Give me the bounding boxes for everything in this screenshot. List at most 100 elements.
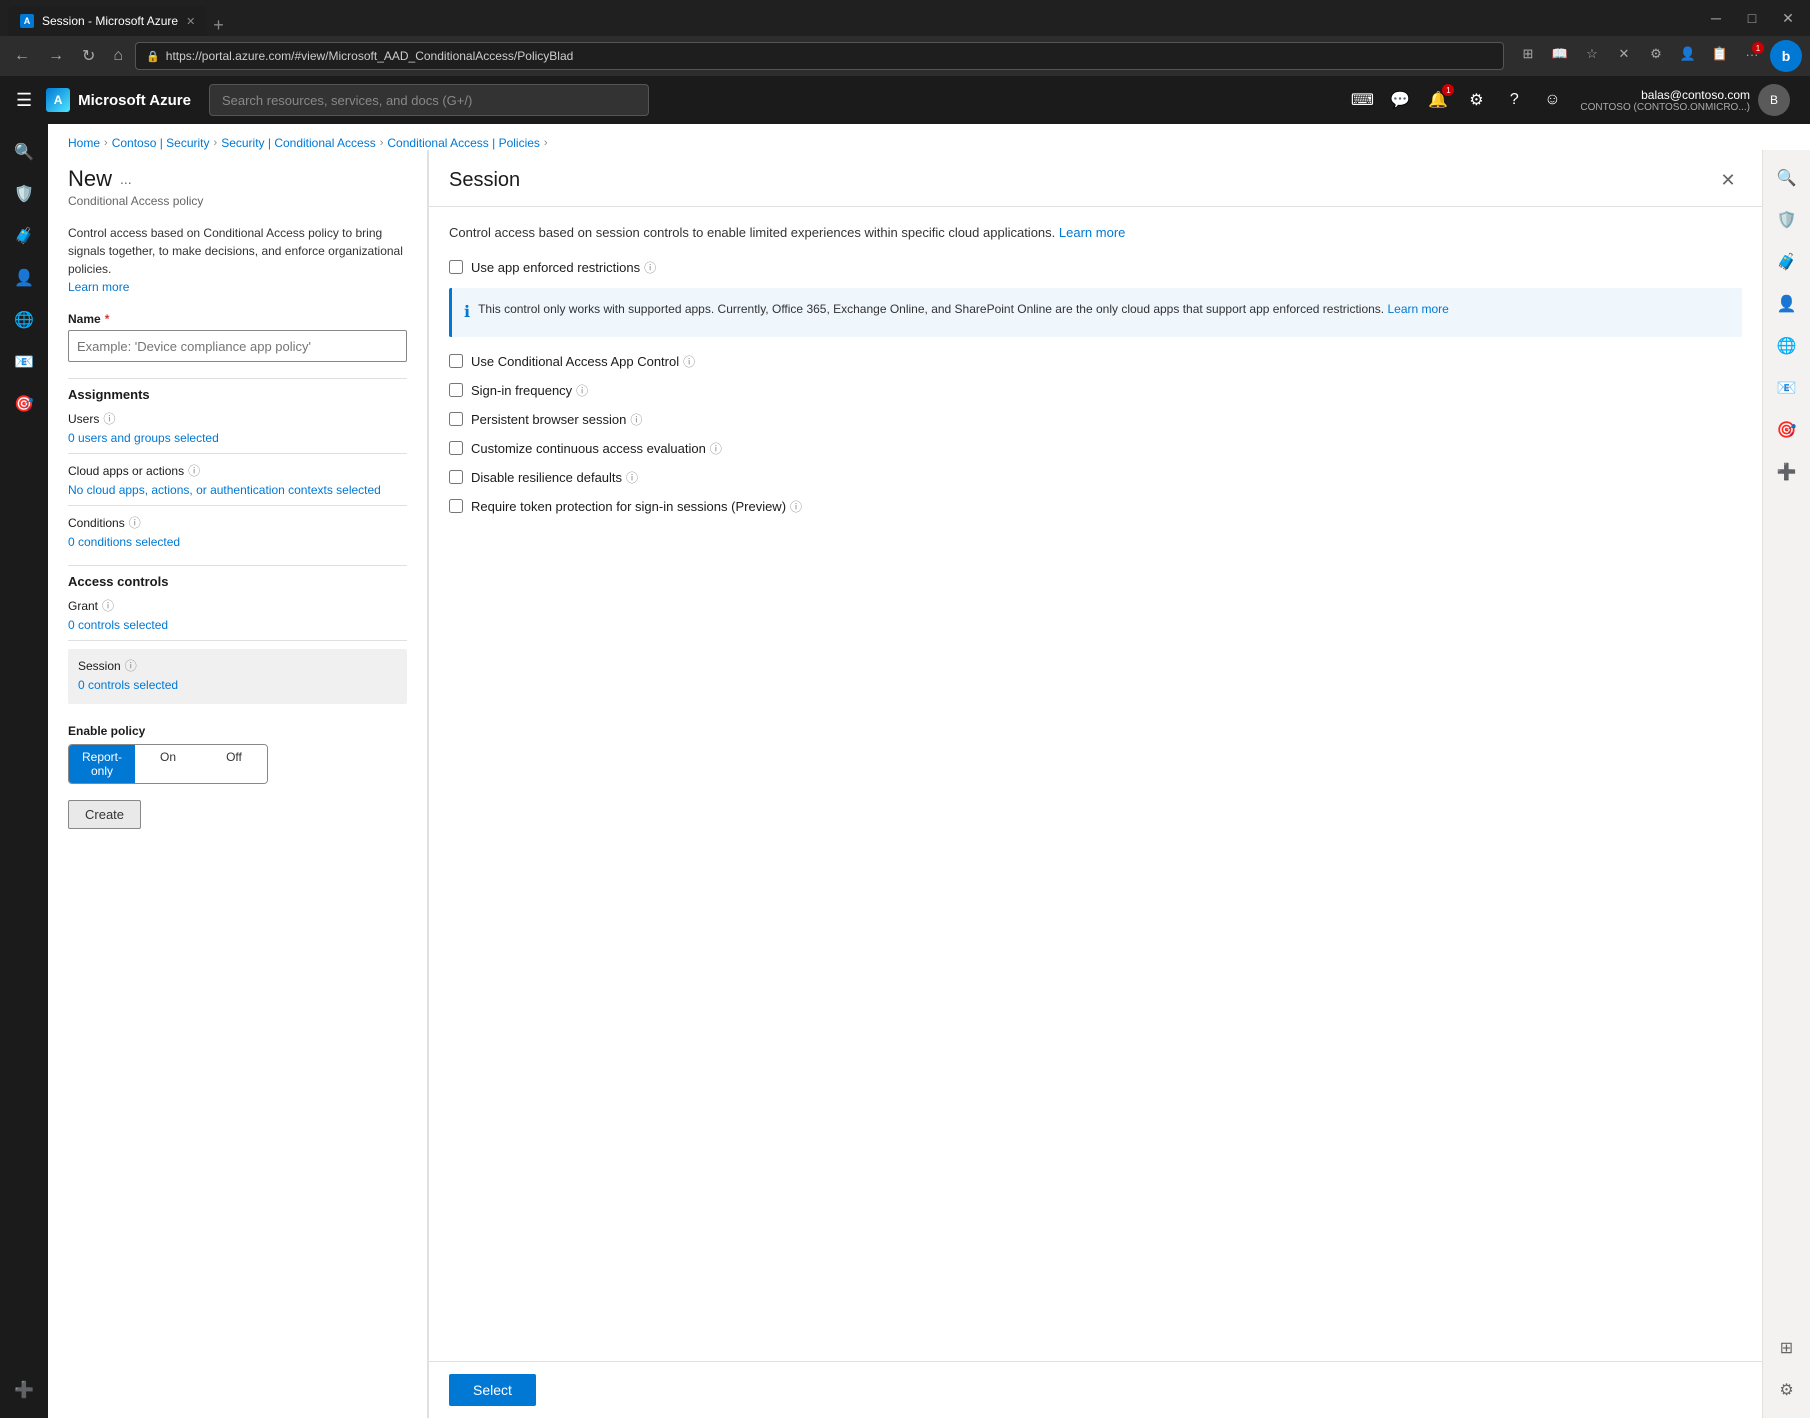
right-sidebar-bag-icon[interactable]: 🧳 [1767, 242, 1807, 282]
favorites-button[interactable]: ☆ [1578, 40, 1606, 68]
search-input[interactable] [209, 84, 649, 116]
checkbox-row-sign-in-freq: Sign-in frequency ⓘ [449, 382, 1742, 399]
toggle-off[interactable]: Off [201, 745, 267, 783]
checkbox-persistent-browser[interactable] [449, 412, 463, 426]
users-info-icon[interactable]: ⓘ [103, 410, 115, 427]
right-sidebar-add-icon[interactable]: ➕ [1767, 452, 1807, 492]
policy-toggle-group[interactable]: Report-only On Off [68, 744, 268, 784]
sign-in-freq-info-icon[interactable]: ⓘ [576, 382, 588, 399]
close-window-button[interactable]: ✕ [1774, 4, 1802, 32]
browser-nav: ← → ↻ ⌂ 🔒 https://portal.azure.com/#view… [0, 36, 1810, 76]
notifications-icon[interactable]: 🔔 1 [1420, 82, 1456, 118]
toggle-on[interactable]: On [135, 745, 201, 783]
refresh-button[interactable]: ↻ [76, 42, 101, 70]
checkbox-ca-app-control[interactable] [449, 354, 463, 368]
right-sidebar-search-icon[interactable]: 🔍 [1767, 158, 1807, 198]
right-sidebar-email-icon[interactable]: 📧 [1767, 368, 1807, 408]
cast-button[interactable]: ⊞ [1514, 40, 1542, 68]
more-options-button[interactable]: ... [120, 171, 132, 187]
maximize-button[interactable]: □ [1738, 4, 1766, 32]
cloud-apps-value[interactable]: No cloud apps, actions, or authenticatio… [68, 483, 407, 497]
persistent-browser-info-icon[interactable]: ⓘ [630, 411, 642, 428]
create-button[interactable]: Create [68, 800, 141, 829]
new-tab-button[interactable]: + [207, 15, 230, 36]
right-sidebar-user-icon[interactable]: 👤 [1767, 284, 1807, 324]
breadcrumb-policies[interactable]: Conditional Access | Policies [387, 136, 540, 150]
session-info-icon[interactable]: ⓘ [125, 657, 137, 674]
checkbox-token-protection[interactable] [449, 499, 463, 513]
grant-value[interactable]: 0 controls selected [68, 618, 407, 632]
conditions-value[interactable]: 0 conditions selected [68, 535, 407, 549]
tab-close-button[interactable]: ✕ [186, 15, 195, 28]
sidebar-target-icon[interactable]: 🎯 [4, 384, 44, 424]
topbar-search[interactable] [209, 84, 649, 116]
name-label: Name * [68, 312, 407, 326]
breadcrumb-home[interactable]: Home [68, 136, 100, 150]
extensions-button[interactable]: ⚙ [1642, 40, 1670, 68]
hamburger-menu[interactable]: ☰ [12, 86, 36, 115]
users-value[interactable]: 0 users and groups selected [68, 431, 407, 445]
reading-mode-button[interactable]: 📖 [1546, 40, 1574, 68]
session-learn-more-link[interactable]: Learn more [1059, 225, 1125, 240]
checkbox-app-enforced[interactable] [449, 260, 463, 274]
cloud-apps-info-icon[interactable]: ⓘ [188, 462, 200, 479]
sidebar-search-icon[interactable]: 🔍 [4, 132, 44, 172]
help-icon[interactable]: ? [1496, 82, 1532, 118]
user-avatar[interactable]: B [1758, 84, 1790, 116]
checkbox-sign-in-freq[interactable] [449, 383, 463, 397]
right-sidebar-settings-icon[interactable]: ⚙ [1767, 1370, 1807, 1410]
sidebar-globe-icon[interactable]: 🌐 [4, 300, 44, 340]
right-sidebar-target-icon[interactable]: 🎯 [1767, 410, 1807, 450]
forward-button[interactable]: → [42, 43, 70, 69]
disable-resilience-info-icon[interactable]: ⓘ [626, 469, 638, 486]
breadcrumb-sep-1: › [104, 137, 108, 149]
address-bar[interactable]: 🔒 https://portal.azure.com/#view/Microso… [135, 42, 1504, 70]
ca-app-control-info-icon[interactable]: ⓘ [683, 353, 695, 370]
right-sidebar-globe-icon[interactable]: 🌐 [1767, 326, 1807, 366]
policy-learn-more-link[interactable]: Learn more [68, 280, 129, 294]
name-input[interactable] [68, 330, 407, 362]
checkbox-row-persistent-browser: Persistent browser session ⓘ [449, 411, 1742, 428]
checkbox-customize-cae[interactable] [449, 441, 463, 455]
select-button[interactable]: Select [449, 1374, 536, 1406]
settings-icon[interactable]: ⚙ [1458, 82, 1494, 118]
url-text: https://portal.azure.com/#view/Microsoft… [166, 49, 574, 63]
sidebar-add-icon[interactable]: ➕ [4, 1370, 44, 1410]
policy-title: New [68, 166, 112, 192]
app-enforced-info-icon[interactable]: ⓘ [644, 259, 656, 276]
customize-cae-info-icon[interactable]: ⓘ [710, 440, 722, 457]
right-sidebar-shield-icon[interactable]: 🛡️ [1767, 200, 1807, 240]
session-close-button[interactable]: ✕ [1714, 166, 1742, 194]
azure-app: ☰ A Microsoft Azure ⌨ 💬 🔔 1 ⚙ ? ☺ balas@… [0, 76, 1810, 1418]
policy-panel: New ... Conditional Access policy Contro… [48, 150, 428, 1418]
bing-button[interactable]: b [1770, 40, 1802, 72]
user-menu[interactable]: balas@contoso.com CONTOSO (CONTOSO.ONMIC… [1572, 80, 1798, 120]
cloud-shell-icon[interactable]: ⌨ [1344, 82, 1380, 118]
access-controls-title: Access controls [68, 574, 407, 589]
minimize-button[interactable]: ─ [1702, 4, 1730, 32]
x-button[interactable]: ✕ [1610, 40, 1638, 68]
right-sidebar-layout-icon[interactable]: ⊞ [1767, 1328, 1807, 1368]
collections-button[interactable]: 📋 [1706, 40, 1734, 68]
breadcrumb-contoso-security[interactable]: Contoso | Security [112, 136, 210, 150]
profile-button[interactable]: 👤 [1674, 40, 1702, 68]
session-value[interactable]: 0 controls selected [78, 678, 397, 692]
home-button[interactable]: ⌂ [107, 43, 129, 69]
checkbox-row-ca-app-control: Use Conditional Access App Control ⓘ [449, 353, 1742, 370]
back-button[interactable]: ← [8, 43, 36, 69]
breadcrumb-conditional-access[interactable]: Security | Conditional Access [221, 136, 376, 150]
sidebar-bag-icon[interactable]: 🧳 [4, 216, 44, 256]
token-protection-info-icon[interactable]: ⓘ [790, 498, 802, 515]
sidebar-email-icon[interactable]: 📧 [4, 342, 44, 382]
sidebar-user-icon[interactable]: 👤 [4, 258, 44, 298]
conditions-info-icon[interactable]: ⓘ [129, 514, 141, 531]
info-box-learn-more[interactable]: Learn more [1387, 302, 1448, 316]
checkbox-disable-resilience[interactable] [449, 470, 463, 484]
feedback2-icon[interactable]: ☺ [1534, 82, 1570, 118]
feedback-icon[interactable]: 💬 [1382, 82, 1418, 118]
sidebar-shield-icon[interactable]: 🛡️ [4, 174, 44, 214]
active-tab[interactable]: A Session - Microsoft Azure ✕ [8, 6, 207, 36]
toggle-report-only[interactable]: Report-only [69, 745, 135, 783]
grant-info-icon[interactable]: ⓘ [102, 597, 114, 614]
more-tools-button[interactable]: ··· 1 [1738, 40, 1766, 68]
